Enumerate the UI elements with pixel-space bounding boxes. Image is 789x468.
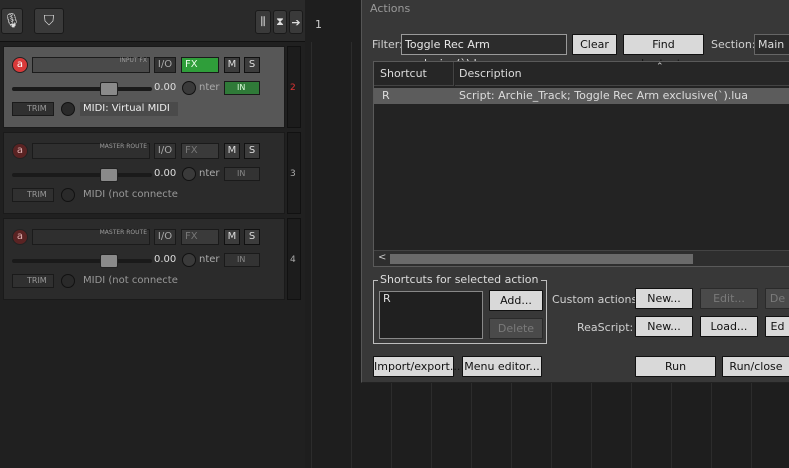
delete-shortcut-button[interactable]: Delete xyxy=(489,318,543,339)
mute-button[interactable]: M xyxy=(224,57,240,73)
mute-button[interactable]: M xyxy=(224,143,240,159)
pin-icon[interactable]: ⛉ xyxy=(34,8,64,34)
reascript-load-button[interactable]: Load... xyxy=(700,316,758,337)
ruler-marker: 1 xyxy=(315,18,322,31)
pan-value: nter xyxy=(199,82,220,93)
horizontal-scrollbar[interactable]: < xyxy=(374,250,789,266)
custom-actions-label: Custom actions: xyxy=(552,293,641,306)
track-panel-2[interactable]: a INPUT FX I/O FX M S 0.00 nter IN TRIM … xyxy=(3,46,285,128)
row-description: Script: Archie_Track; Toggle Rec Arm exc… xyxy=(459,89,749,102)
section-label: Section: xyxy=(711,38,756,51)
track-control-toolbar: 🎙 ⛉ ⫼ ⧗ ➔ xyxy=(0,0,305,42)
fx-button[interactable]: FX xyxy=(181,143,219,159)
shortcuts-group: Shortcuts for selected action R Add... D… xyxy=(373,273,547,344)
shortcut-list[interactable]: R xyxy=(379,291,483,339)
record-arm-button[interactable]: a xyxy=(12,57,28,73)
grid-line xyxy=(351,42,352,468)
window-title: Actions xyxy=(370,2,411,15)
row-shortcut: R xyxy=(382,89,390,102)
volume-fader[interactable] xyxy=(12,254,152,268)
mixer-icon[interactable]: ⫼ xyxy=(255,10,271,34)
fader-knob[interactable] xyxy=(100,82,118,96)
midi-input-select[interactable]: MIDI: Virtual MIDI xyxy=(80,102,178,116)
pan-knob[interactable] xyxy=(182,81,196,95)
io-button[interactable]: I/O xyxy=(154,229,176,245)
fader-knob[interactable] xyxy=(100,254,118,268)
custom-delete-button[interactable]: De xyxy=(765,288,789,309)
volume-value: 0.00 xyxy=(154,254,177,265)
table-row[interactable]: R Script: Archie_Track; Toggle Rec Arm e… xyxy=(374,88,789,104)
fx-button[interactable]: FX xyxy=(181,229,219,245)
input-monitor-button[interactable]: IN xyxy=(224,167,260,181)
volume-value: 0.00 xyxy=(154,82,177,93)
reascript-new-button[interactable]: New... xyxy=(635,316,693,337)
solo-button[interactable]: S xyxy=(244,57,260,73)
shortcuts-group-title: Shortcuts for selected action xyxy=(378,273,541,286)
filter-label: Filter: xyxy=(372,38,403,51)
track-number: 3 xyxy=(290,169,296,179)
run-close-button[interactable]: Run/close xyxy=(722,356,789,377)
scrollbar-thumb[interactable] xyxy=(390,254,693,264)
track-panel-3[interactable]: a MASTER ROUTE I/O FX M S 0.00 nter IN T… xyxy=(3,132,285,214)
section-select[interactable]: Main xyxy=(754,34,789,55)
scroll-left-icon[interactable]: < xyxy=(378,252,386,263)
pan-value: nter xyxy=(199,254,220,265)
volume-value: 0.00 xyxy=(154,168,177,179)
pan-knob[interactable] xyxy=(182,253,196,267)
midi-input-select[interactable]: MIDI (not connecte xyxy=(80,274,178,288)
pan-knob[interactable] xyxy=(182,167,196,181)
record-arm-button[interactable]: a xyxy=(12,229,28,245)
input-icon xyxy=(61,188,75,202)
grid-line xyxy=(311,42,312,468)
track-name-field[interactable]: MASTER ROUTE xyxy=(32,143,150,159)
pan-value: nter xyxy=(199,168,220,179)
input-icon xyxy=(61,102,75,116)
track-number: 2 xyxy=(290,83,296,93)
column-header-shortcut[interactable]: Shortcut xyxy=(374,62,454,86)
add-shortcut-button[interactable]: Add... xyxy=(489,290,543,311)
master-route-label: MASTER ROUTE xyxy=(99,143,147,150)
sort-indicator-icon: ⌃ xyxy=(656,62,664,72)
mute-button[interactable]: M xyxy=(224,229,240,245)
track-name-field[interactable]: INPUT FX xyxy=(32,57,150,73)
column-header-description[interactable]: Description xyxy=(455,62,789,86)
run-button[interactable]: Run xyxy=(635,356,716,377)
reascript-label: ReaScript: xyxy=(577,321,634,334)
solo-button[interactable]: S xyxy=(244,229,260,245)
filter-input[interactable]: Toggle Rec Arm exclusive(`).lua xyxy=(401,34,567,70)
fader-knob[interactable] xyxy=(100,168,118,182)
track-number: 4 xyxy=(290,255,296,265)
automation-mode-button[interactable]: TRIM xyxy=(12,188,54,202)
track-name-field[interactable]: MASTER ROUTE xyxy=(32,229,150,245)
menu-editor-button[interactable]: Menu editor... xyxy=(462,356,542,377)
microphone-icon[interactable]: 🎙 xyxy=(1,8,23,34)
actions-list[interactable]: Shortcut Description ⌃ R Script: Archie_… xyxy=(373,61,789,267)
io-button[interactable]: I/O xyxy=(154,57,176,73)
routing-icon[interactable]: ⧗ xyxy=(273,10,287,34)
actions-window: Actions Filter: Toggle Rec Arm exclusive… xyxy=(361,0,789,383)
find-shortcut-button[interactable]: Find shortcut... xyxy=(623,34,704,70)
input-fx-label: INPUT FX xyxy=(119,57,147,64)
input-monitor-button[interactable]: IN xyxy=(224,253,260,267)
volume-fader[interactable] xyxy=(12,168,152,182)
master-route-label: MASTER ROUTE xyxy=(99,229,147,236)
input-monitor-button[interactable]: IN xyxy=(224,81,260,95)
fx-button[interactable]: FX xyxy=(181,57,219,73)
volume-fader[interactable] xyxy=(12,82,152,96)
import-export-button[interactable]: Import/export... xyxy=(373,356,460,377)
input-icon xyxy=(61,274,75,288)
automation-mode-button[interactable]: TRIM xyxy=(12,274,54,288)
solo-button[interactable]: S xyxy=(244,143,260,159)
record-arm-button[interactable]: a xyxy=(12,143,28,159)
clear-button[interactable]: Clear xyxy=(572,34,617,55)
midi-input-select[interactable]: MIDI (not connecte xyxy=(80,188,178,202)
io-button[interactable]: I/O xyxy=(154,143,176,159)
track-panel-4[interactable]: a MASTER ROUTE I/O FX M S 0.00 nter IN T… xyxy=(3,218,285,300)
custom-new-button[interactable]: New... xyxy=(635,288,693,309)
automation-mode-button[interactable]: TRIM xyxy=(12,102,54,116)
arrow-right-icon[interactable]: ➔ xyxy=(289,10,303,34)
custom-edit-button[interactable]: Edit... xyxy=(700,288,758,309)
reascript-edit-button[interactable]: Ed xyxy=(765,316,789,337)
